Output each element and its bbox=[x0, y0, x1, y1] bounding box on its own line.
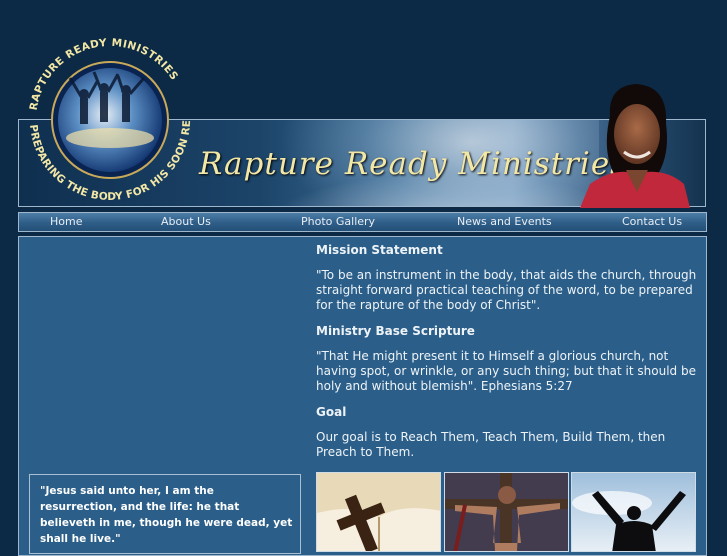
nav-contact-us[interactable]: Contact Us bbox=[622, 215, 682, 228]
praise-silhouette-image[interactable] bbox=[571, 472, 696, 552]
mission-heading: Mission Statement bbox=[316, 243, 443, 257]
nav-news-and-events[interactable]: News and Events bbox=[457, 215, 552, 228]
scripture-text: "That He might present it to Himself a g… bbox=[316, 349, 696, 393]
goal-text: Our goal is to Reach Them, Teach Them, B… bbox=[316, 430, 666, 459]
site-title: Rapture Ready Ministries bbox=[199, 146, 628, 182]
portrait-image bbox=[580, 84, 690, 208]
nav-photo-gallery[interactable]: Photo Gallery bbox=[301, 215, 375, 228]
goal-heading: Goal bbox=[316, 405, 347, 419]
nav-about-us[interactable]: About Us bbox=[161, 215, 211, 228]
ministry-logo: RAPTURE READY MINISTRIES PREPARING THE B… bbox=[22, 34, 193, 203]
scripture-heading: Ministry Base Scripture bbox=[316, 324, 475, 338]
crucifixion-image[interactable] bbox=[444, 472, 569, 552]
main-content: Mission Statement "To be an instrument i… bbox=[316, 243, 700, 471]
main-nav: Home About Us Photo Gallery News and Eve… bbox=[18, 212, 707, 232]
mission-text: "To be an instrument in the body, that a… bbox=[316, 268, 697, 312]
nav-home[interactable]: Home bbox=[50, 215, 82, 228]
scripture-quote-box: "Jesus said unto her, I am the resurrect… bbox=[29, 474, 301, 554]
scripture-quote: "Jesus said unto her, I am the resurrect… bbox=[40, 485, 293, 545]
bible-cross-image[interactable] bbox=[316, 472, 441, 552]
